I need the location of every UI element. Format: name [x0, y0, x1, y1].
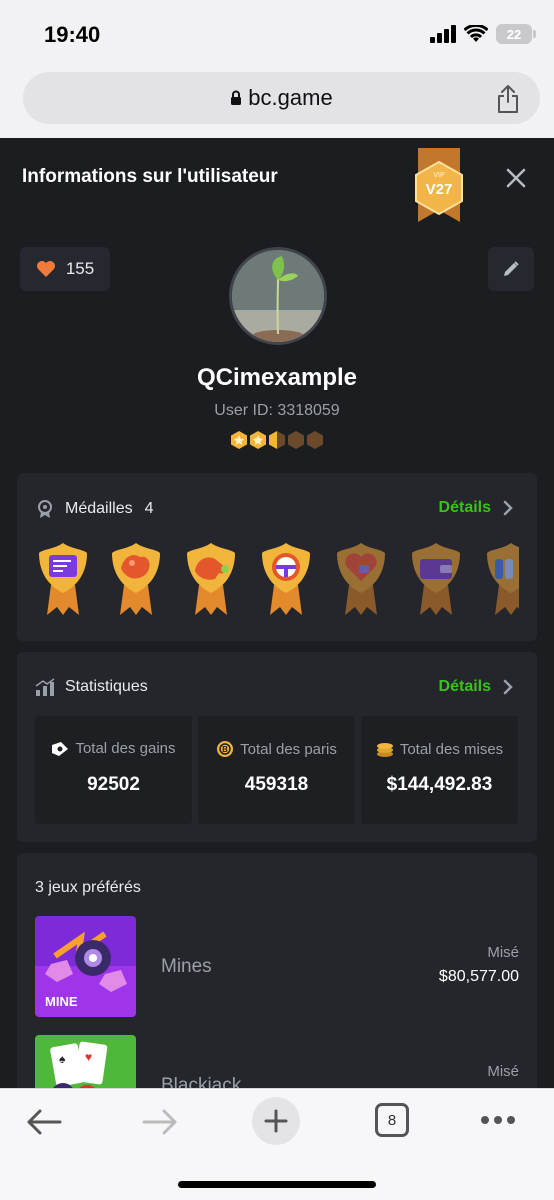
game-bet-label: Misé [487, 1063, 519, 1080]
chevron-right-icon [503, 500, 513, 516]
ticket-icon [52, 741, 69, 756]
home-indicator [178, 1181, 376, 1188]
game-bet-label: Misé [487, 944, 519, 961]
browser-top-chrome: 19:40 22 bc.game [0, 0, 554, 138]
signal-icon [430, 25, 456, 43]
statistics-header: Statistiques [35, 678, 148, 696]
medals-details-link[interactable]: Détails [439, 499, 513, 517]
stat-label-row: Total des gains [35, 740, 192, 757]
tabs-button[interactable]: 8 [375, 1103, 409, 1137]
status-time: 19:40 [44, 22, 101, 47]
empty-star-icon [288, 431, 304, 449]
coin-medal-icon[interactable] [485, 541, 519, 617]
stat-value: $144,492.83 [386, 774, 493, 795]
url-text: bc.game [248, 85, 333, 110]
close-icon[interactable] [504, 166, 528, 190]
new-tab-button[interactable] [252, 1097, 300, 1145]
favorite-games-card: 3 jeux préférés MINE Mines Misé $80,577.… [17, 853, 537, 1088]
wheel-medal-icon[interactable] [260, 541, 312, 617]
edit-profile-button[interactable] [488, 247, 534, 291]
game-row-blackjack[interactable]: ♠ ♥ Blackjack Misé [35, 1035, 519, 1088]
stat-total-gains: Total des gains 92502 [35, 716, 192, 824]
heart-medal-icon[interactable] [335, 541, 387, 617]
favorite-games-title: 3 jeux préférés [35, 879, 141, 896]
panel-title: Informations sur l'utilisateur [22, 166, 278, 187]
user-info-panel: Informations sur l'utilisateur VIP V27 1… [0, 138, 554, 1088]
svg-text:♠: ♠ [59, 1052, 66, 1066]
stat-total-wagered: Total des mises $144,492.83 [361, 716, 518, 824]
stat-value: 92502 [87, 774, 140, 795]
plus-icon [264, 1109, 288, 1133]
stat-label-row: Total des mises [361, 740, 518, 758]
stat-label: Total des mises [399, 740, 504, 758]
coin-stack-icon [376, 743, 393, 757]
medals-details-label: Détails [438, 499, 491, 516]
medals-card: Médailles 4 Détails [17, 473, 537, 641]
back-arrow-icon[interactable] [26, 1107, 62, 1137]
stat-label-row: B Total des paris [198, 740, 355, 758]
pencil-icon [504, 261, 519, 276]
gift-medal-icon[interactable] [110, 541, 162, 617]
chat-medal-icon[interactable] [37, 541, 89, 617]
statistics-card: Statistiques Détails Total des gains 925… [17, 652, 537, 842]
seedling-image [232, 250, 324, 342]
empty-star-icon [307, 431, 323, 449]
like-count: 155 [65, 259, 95, 278]
chevron-right-icon [503, 679, 513, 695]
more-dots-icon[interactable] [480, 1115, 516, 1125]
stat-label: Total des paris [240, 740, 337, 758]
statistics-details-label: Détails [438, 678, 491, 695]
status-icons: 22 [430, 24, 536, 44]
heart-icon [36, 261, 55, 277]
vip-level-text: V27 [426, 181, 453, 198]
game-bet-amount: $80,577.00 [438, 968, 519, 985]
medal-icon [38, 500, 52, 518]
coin-icon: B [217, 741, 234, 757]
stat-label: Total des gains [75, 740, 176, 757]
statistics-title: Statistiques [65, 678, 148, 695]
medals-header: Médailles 4 [35, 499, 154, 519]
user-id: User ID: 3318059 [214, 402, 340, 419]
medals-list [37, 541, 519, 619]
lock-icon [231, 90, 242, 105]
avatar [229, 247, 327, 345]
stat-total-bets: B Total des paris 459318 [198, 716, 355, 824]
game-row-mines[interactable]: MINE Mines Misé $80,577.00 [35, 916, 519, 1018]
medals-title: Médailles [65, 500, 133, 517]
share-icon[interactable] [496, 84, 520, 114]
medals-count: 4 [144, 500, 154, 517]
forward-arrow-icon[interactable] [142, 1107, 178, 1137]
tab-count: 8 [387, 1111, 397, 1129]
battery-indicator: 22 [496, 24, 536, 44]
statistics-details-link[interactable]: Détails [439, 678, 513, 696]
chart-icon [35, 678, 55, 696]
stat-value: 459318 [244, 774, 309, 795]
star-icon [250, 431, 266, 449]
blackjack-thumbnail: ♠ ♥ [35, 1035, 136, 1088]
mines-thumbnail: MINE [35, 916, 136, 1017]
like-button[interactable]: 155 [20, 247, 110, 291]
svg-text:♥: ♥ [85, 1050, 92, 1064]
star-icon [231, 431, 247, 449]
svg-text:B: B [222, 745, 228, 754]
game-name: Blackjack [161, 1075, 242, 1088]
address-bar[interactable]: bc.game [23, 72, 540, 124]
hand-medal-icon[interactable] [185, 541, 237, 617]
wallet-medal-icon[interactable] [410, 541, 462, 617]
mines-thumb-text: MINE [45, 994, 78, 1009]
username: QCimexample [196, 364, 358, 391]
vip-badge: VIP V27 [415, 148, 463, 222]
level-stars [230, 430, 324, 450]
half-star-icon [269, 431, 285, 449]
wifi-icon [464, 25, 488, 42]
vip-small-text: VIP [433, 172, 445, 179]
game-name: Mines [161, 956, 212, 977]
